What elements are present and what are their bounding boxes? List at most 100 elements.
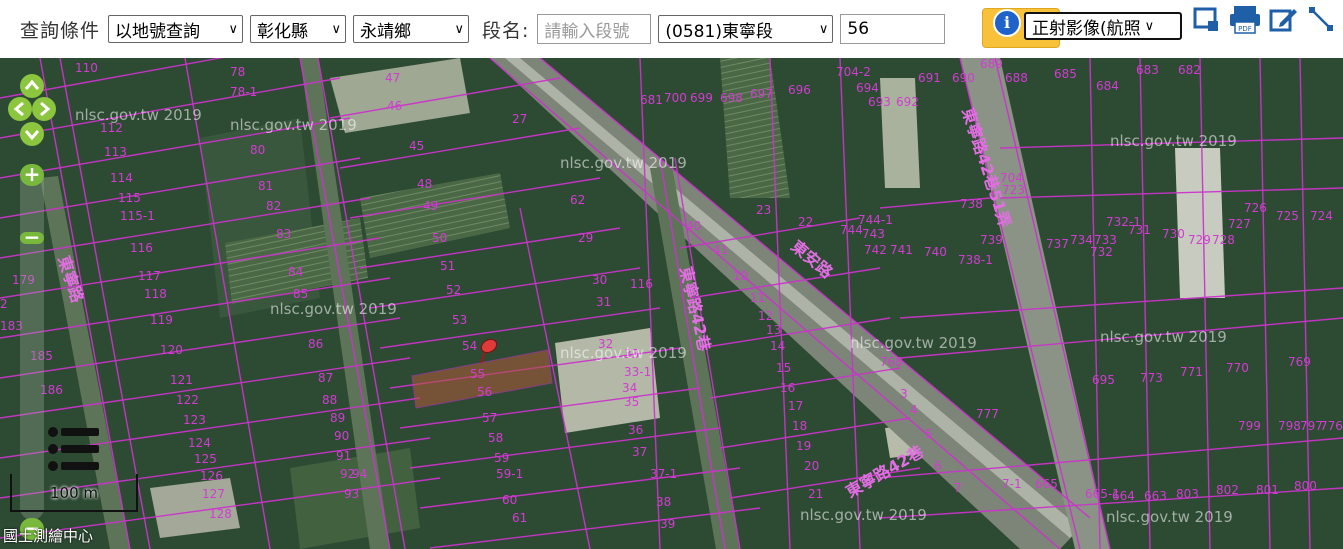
measure-line-icon[interactable] (1306, 4, 1336, 34)
parcel-number-label: 30 (592, 273, 607, 287)
parcel-number-label: 731 (1128, 223, 1151, 237)
parcel-number-label: 58 (488, 431, 503, 445)
parcel-number-label: 59 (494, 451, 509, 465)
parcel-number-label: 743 (862, 227, 885, 241)
parcel-number-label: 664 (1112, 489, 1135, 503)
parcel-number-label: 681 (640, 93, 663, 107)
parcel-number-label: 51 (440, 259, 455, 273)
scale-bar: 100 m (10, 474, 138, 512)
watermark-text: nlsc.gov.tw 2019 (800, 506, 927, 524)
parcel-number-label: 80 (250, 143, 265, 157)
parcel-number-label: 798 (1278, 419, 1301, 433)
parcel-number-label: 770 (1226, 361, 1249, 375)
parcel-number-label: 86 (308, 337, 323, 351)
parcel-number-label: 665 (1035, 477, 1058, 491)
parcel-number-label: 773 (1140, 371, 1163, 385)
pdf-print-icon[interactable]: PDF (1228, 4, 1262, 34)
parcel-number-label: 728 (1212, 233, 1235, 247)
parcel-number-label: 18 (792, 419, 807, 433)
parcel-number-label: 7-1 (1002, 477, 1022, 491)
zoom-handle[interactable]: − (20, 227, 44, 247)
parcel-number-label: 60 (502, 493, 517, 507)
parcel-number-label: 36 (628, 423, 643, 437)
parcel-number-label: 50 (432, 231, 447, 245)
parcel-number-label: 39 (660, 517, 675, 531)
pan-control[interactable] (6, 72, 58, 150)
map-viewport[interactable]: 110 78 78-1 47 46 27 112 80 113 81 114 82 115 115-1 11… (0, 58, 1343, 549)
parcel-number-label: 704-2 (836, 65, 871, 79)
parcel-number-label: 54 (462, 339, 477, 353)
section-number-input[interactable]: 請輸入段號 (537, 14, 652, 44)
parcel-number-label: 37 (632, 445, 647, 459)
zoom-slider[interactable]: + − − (20, 164, 44, 540)
county-select[interactable]: 彰化縣 ∨ (250, 15, 347, 43)
query-type-select[interactable]: 以地號查詢 ∨ (108, 15, 244, 43)
parcel-number-label: 48 (417, 177, 432, 191)
parcel-number-input[interactable]: 56 (840, 14, 946, 44)
parcel-number-label: 84 (288, 265, 303, 279)
section-select[interactable]: (0581)東寧段 ∨ (658, 15, 834, 43)
parcel-number-label: 697 (750, 87, 773, 101)
parcel-number-label: 6 (934, 459, 942, 473)
parcel-number-label: 2 (0, 297, 8, 311)
parcel-number-label: 81 (258, 179, 273, 193)
window-icon[interactable] (1192, 4, 1222, 34)
parcel-number-label: 738-1 (958, 253, 993, 267)
parcel-number-label: 695 (1092, 373, 1115, 387)
edit-icon[interactable] (1268, 4, 1298, 34)
base-layer-select[interactable]: 正射影像(航照 ∨ (1024, 12, 1182, 40)
chevron-down-icon: ∨ (818, 21, 829, 37)
watermark-text: nlsc.gov.tw 2019 (75, 106, 202, 124)
parcel-number-label: 34 (622, 381, 637, 395)
watermark-text: nlsc.gov.tw 2019 (560, 344, 687, 362)
scale-label: 100 m (49, 484, 98, 502)
parcel-number-label: 49 (423, 199, 438, 213)
query-label: 查詢條件 (20, 19, 101, 42)
watermark-text: nlsc.gov.tw 2019 (1110, 132, 1237, 150)
parcel-number-label: 724 (1310, 209, 1333, 223)
zoom-in-icon[interactable]: + (20, 164, 44, 186)
parcel-number-label: 38 (656, 495, 671, 509)
chevron-down-icon: ∨ (1144, 18, 1155, 34)
parcel-number-label: 116 (130, 241, 153, 255)
township-select[interactable]: 永靖鄉 ∨ (353, 15, 470, 43)
parcel-number-label: 90 (334, 429, 349, 443)
parcel-number-label: 694 (856, 81, 879, 95)
parcel-number-label: 768 (880, 355, 903, 369)
section-label: 段名: (482, 19, 530, 42)
base-layer-value: 正射影像(航照 (1032, 18, 1141, 39)
parcel-number-label: 128 (209, 507, 232, 521)
parcel-number-label: 33-1 (624, 365, 651, 379)
parcel-number-label: 91 (336, 449, 351, 463)
parcel-number-label: 116 (630, 277, 653, 291)
parcel-number-label: 16 (780, 381, 795, 395)
parcel-number-label: 78-1 (230, 85, 257, 99)
parcel-number-label: 55 (470, 367, 485, 381)
parcel-number-label: 738 (960, 197, 983, 211)
legend-list-icon[interactable] (45, 424, 100, 474)
parcel-number-label: 45 (409, 139, 424, 153)
parcel-number-label: 110 (75, 61, 98, 75)
parcel-number-label: 682 (1178, 63, 1201, 77)
parcel-number-label: 19 (796, 439, 811, 453)
watermark-text: nlsc.gov.tw 2019 (230, 116, 357, 134)
aerial-map[interactable]: 110 7878-1474627112801138111482115115-111… (0, 58, 1343, 549)
parcel-number-label: 119 (150, 313, 173, 327)
parcel-number-label: 663 (1144, 489, 1167, 503)
watermark-text: nlsc.gov.tw 2019 (270, 300, 397, 318)
parcel-number-label: 690 (952, 71, 975, 85)
parcel-number-label: 7 (954, 481, 962, 495)
svg-text:PDF: PDF (1238, 25, 1252, 33)
parcel-number-label: 799 (1238, 419, 1261, 433)
parcel-number-label: 802 (1216, 483, 1239, 497)
parcel-number-label: 85 (293, 287, 308, 301)
parcel-number-label: 801 (1256, 483, 1279, 497)
section-value: (0581)東寧段 (665, 21, 773, 42)
parcel-number-label: 121 (170, 373, 193, 387)
parcel-number-label: 15 (776, 361, 791, 375)
parcel-number-label: 698 (720, 91, 743, 105)
parcel-number-label: 693 (868, 95, 891, 109)
parcel-number-label: 692 (896, 95, 919, 109)
parcel-number-label: 800 (1294, 479, 1317, 493)
parcel-number-label: 61 (512, 511, 527, 525)
